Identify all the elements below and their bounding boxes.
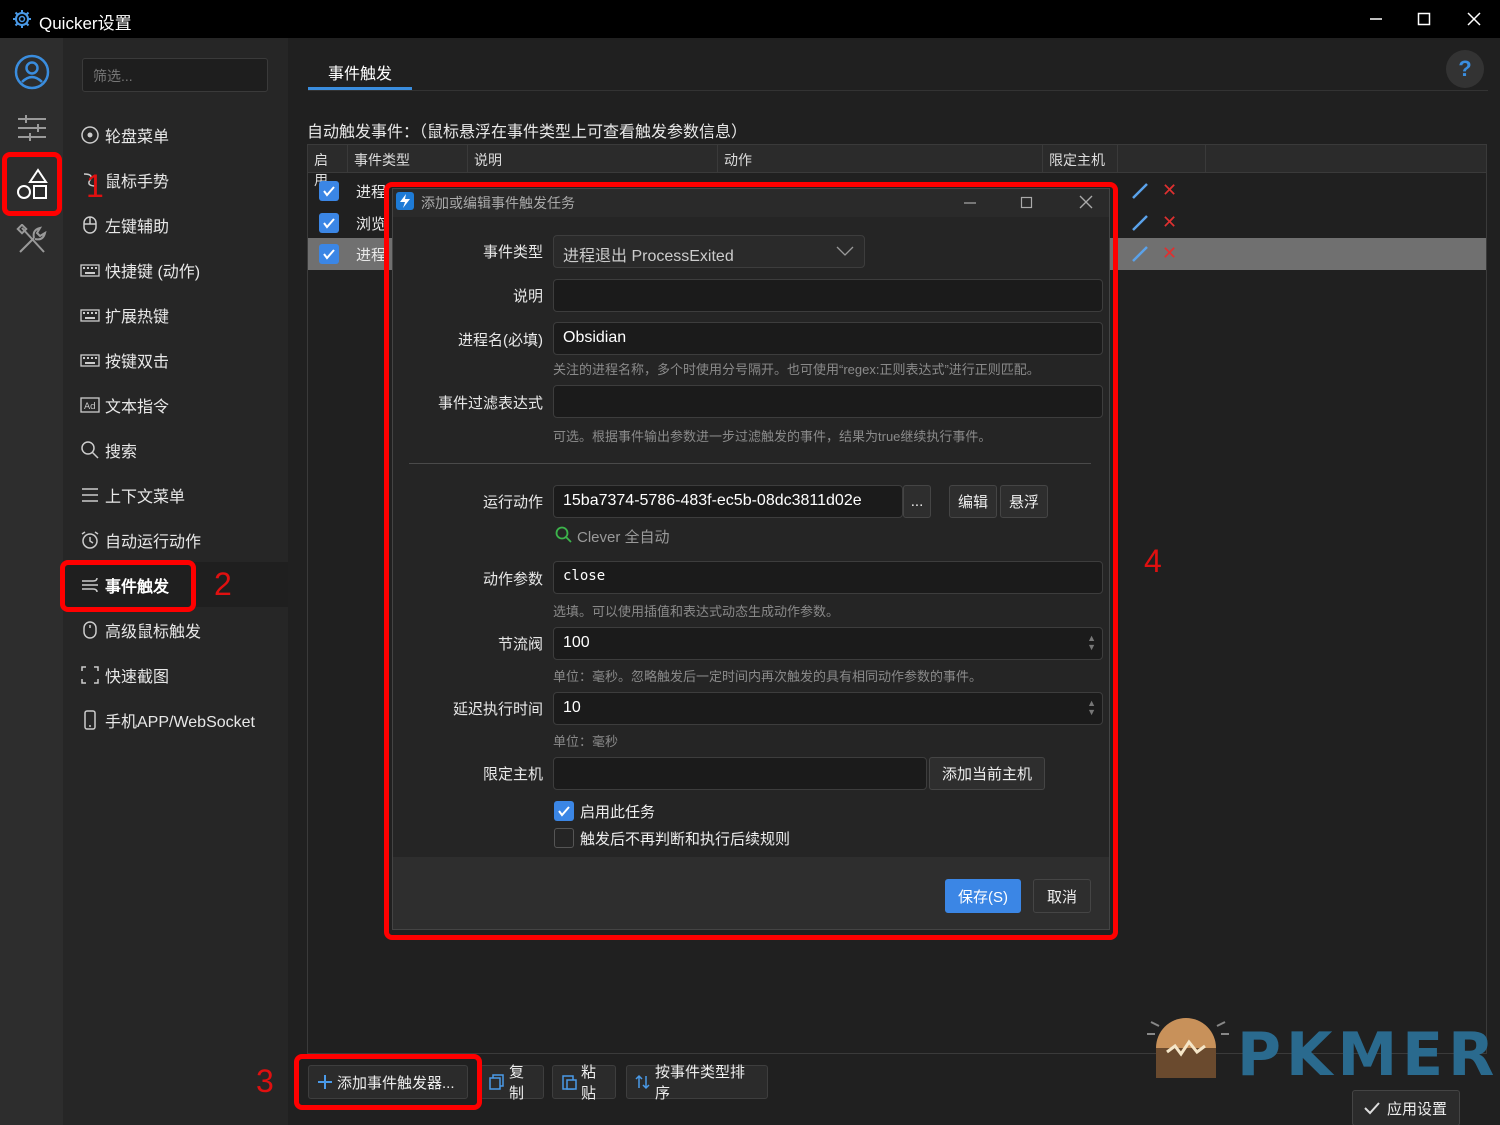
column-header: 限定主机 <box>1043 145 1118 173</box>
menu-label: 自动运行动作 <box>105 533 202 551</box>
annotation-4: 4 <box>1144 543 1162 579</box>
event-type-cell: 进程 <box>356 184 387 201</box>
column-header: 说明 <box>468 145 718 173</box>
menu-item-context-menu[interactable]: 上下文菜单 <box>63 472 288 517</box>
pkmer-logo-icon <box>1147 1018 1229 1078</box>
annotation-box-4 <box>384 182 1118 940</box>
sort-button[interactable]: 按事件类型排序 <box>626 1064 768 1102</box>
text-command-icon: Ad <box>79 394 101 416</box>
title-bar: Quicker设置 <box>0 0 1500 38</box>
phone-icon <box>79 709 101 731</box>
menu-item-auto-run[interactable]: 自动运行动作 <box>63 517 288 562</box>
edit-pen-icon[interactable] <box>1130 244 1150 264</box>
menu-label: 搜索 <box>105 443 138 461</box>
window-title: Quicker设置 <box>39 14 132 33</box>
gear-icon <box>13 10 31 28</box>
help-button[interactable]: ? <box>1446 50 1484 88</box>
delete-x-icon[interactable]: ✕ <box>1162 212 1177 233</box>
menu-label: 快捷键 (动作) <box>105 263 201 281</box>
paste-button[interactable]: 粘贴 <box>552 1064 616 1102</box>
column-header-actions <box>1118 145 1206 173</box>
alarm-icon <box>79 529 101 551</box>
menu-label: 左键辅助 <box>105 218 170 236</box>
sort-label: 按事件类型排序 <box>655 1064 746 1102</box>
screenshot-icon <box>79 664 101 686</box>
section-label: 自动触发事件：（鼠标悬浮在事件类型上可查看触发参数信息） <box>307 124 748 141</box>
maximize-button[interactable] <box>1402 4 1446 34</box>
tab-divider <box>308 90 1488 91</box>
tab-event-trigger[interactable]: 事件触发 <box>310 52 410 89</box>
menu-label: 手机APP/WebSocket <box>105 713 255 731</box>
edit-pen-icon[interactable] <box>1130 181 1150 201</box>
annotation-box-3 <box>294 1054 482 1110</box>
wheel-icon <box>79 124 101 146</box>
apply-settings-label: 应用设置 <box>1387 1100 1448 1118</box>
enabled-checkbox[interactable] <box>319 181 339 201</box>
menu-label: 轮盘菜单 <box>105 128 170 146</box>
menu-item-search[interactable]: 搜索 <box>63 427 288 472</box>
menu-label: 快速截图 <box>105 668 170 686</box>
keyboard-icon <box>79 304 101 326</box>
enabled-checkbox[interactable] <box>319 213 339 233</box>
menu-item-left-click[interactable]: 左键辅助 <box>63 202 288 247</box>
menu-label: 扩展热键 <box>105 308 170 326</box>
table-header: 启用 事件类型 说明 动作 限定主机 <box>308 145 1486 188</box>
tools-icon[interactable] <box>12 220 52 260</box>
copy-button[interactable]: 复制 <box>480 1064 544 1102</box>
annotation-2: 2 <box>214 566 232 602</box>
list-icon <box>79 484 101 506</box>
mouse-icon <box>79 619 101 641</box>
menu-item-phone-app[interactable]: 手机APP/WebSocket <box>63 697 288 742</box>
copy-icon <box>489 1074 505 1090</box>
pkmer-watermark: PKMER <box>1145 1012 1494 1092</box>
event-type-cell: 浏览 <box>356 216 387 233</box>
menu-item-wheel[interactable]: 轮盘菜单 <box>63 112 288 157</box>
check-icon <box>1364 1102 1380 1115</box>
paste-label: 粘贴 <box>581 1064 597 1102</box>
mouse-icon <box>79 214 101 236</box>
menu-item-hotkey[interactable]: 快捷键 (动作) <box>63 247 288 292</box>
pkmer-text: PKMER <box>1237 1020 1500 1090</box>
column-header: 动作 <box>718 145 1043 173</box>
keyboard-icon <box>79 349 101 371</box>
keyboard-icon <box>79 259 101 281</box>
menu-item-adv-mouse[interactable]: 高级鼠标触发 <box>63 607 288 652</box>
menu-label: 上下文菜单 <box>105 488 186 506</box>
menu-item-screenshot[interactable]: 快速截图 <box>63 652 288 697</box>
delete-x-icon[interactable]: ✕ <box>1162 180 1177 201</box>
search-icon <box>79 439 101 461</box>
filter-input[interactable]: 筛选... <box>82 58 268 92</box>
menu-label: 鼠标手势 <box>105 173 170 191</box>
delete-x-icon[interactable]: ✕ <box>1162 243 1177 264</box>
sliders-icon[interactable] <box>12 108 52 148</box>
enabled-checkbox[interactable] <box>319 244 339 264</box>
sort-icon <box>635 1074 651 1090</box>
menu-item-ext-hotkey[interactable]: 扩展热键 <box>63 292 288 337</box>
apply-settings-button[interactable]: 应用设置 <box>1352 1090 1460 1125</box>
annotation-box-2 <box>60 560 196 612</box>
edit-pen-icon[interactable] <box>1130 213 1150 233</box>
event-type-cell: 进程 <box>356 247 387 264</box>
paste-icon <box>561 1074 577 1090</box>
menu-item-double-key[interactable]: 按键双击 <box>63 337 288 382</box>
svg-text:Ad: Ad <box>84 402 96 412</box>
menu-label: 高级鼠标触发 <box>105 623 202 641</box>
close-button[interactable] <box>1452 4 1496 34</box>
copy-label: 复制 <box>509 1064 525 1102</box>
minimize-button[interactable] <box>1354 4 1398 34</box>
annotation-3: 3 <box>256 1063 274 1099</box>
menu-label: 按键双击 <box>105 353 170 371</box>
menu-item-text-command[interactable]: Ad 文本指令 <box>63 382 288 427</box>
annotation-1: 1 <box>86 168 104 204</box>
column-header: 事件类型 <box>348 145 468 173</box>
column-header: 启用 <box>308 145 348 188</box>
menu-label: 文本指令 <box>105 398 170 416</box>
annotation-box-1 <box>2 152 62 216</box>
user-icon[interactable] <box>12 52 52 92</box>
